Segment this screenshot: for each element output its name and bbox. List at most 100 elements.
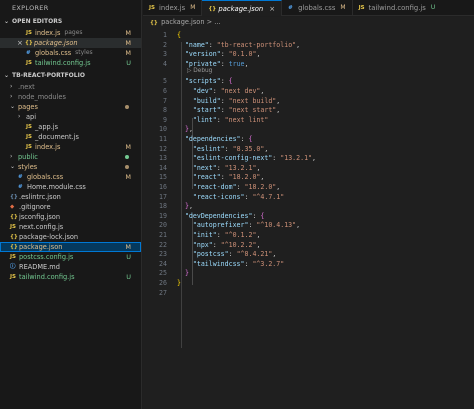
js-file-icon: JS xyxy=(26,134,33,140)
file-gitignore[interactable]: ◆ .gitignore xyxy=(0,202,141,212)
css-file-icon: # xyxy=(18,184,23,190)
folder-node-modules[interactable]: › node_modules xyxy=(0,92,141,102)
chevron-right-icon: › xyxy=(18,113,21,120)
json-file-icon: {} xyxy=(25,40,33,46)
js-file-icon: JS xyxy=(26,60,33,66)
untracked-badge: U xyxy=(430,4,436,11)
breadcrumb-file[interactable]: package.json xyxy=(161,18,204,26)
code-editor[interactable]: 1 {2 "name": "tb-react-portfolio", 3 "vers… xyxy=(143,28,474,409)
code-line: "init": "^0.1.2", xyxy=(192,231,261,239)
json-file-icon: {} xyxy=(10,234,18,240)
open-editor-globals-css[interactable]: # globals.css styles M xyxy=(0,48,141,58)
code-line: "autoprefixer": "^10.4.13", xyxy=(192,221,301,230)
tab-tailwind-config[interactable]: JS tailwind.config.js U xyxy=(353,0,442,16)
breadcrumb: {} package.json > ... xyxy=(143,17,474,28)
code-line: "react-dom": "18.2.0", xyxy=(192,183,281,191)
js-file-icon: JS xyxy=(26,30,33,36)
modified-badge: M xyxy=(125,49,131,57)
line-number: 5 xyxy=(163,77,167,86)
js-file-icon: JS xyxy=(10,224,17,230)
line-number: 15 xyxy=(159,173,167,182)
open-editor-index-js[interactable]: JS index.js pages M xyxy=(0,28,141,38)
line-number: 20 xyxy=(159,221,167,230)
code-line: "next": "13.2.1", xyxy=(192,163,261,172)
js-file-icon: JS xyxy=(358,5,365,11)
code-line: "build": "next build", xyxy=(192,96,281,105)
line-number: 16 xyxy=(159,183,167,191)
code-line: "postcss": "^8.4.21", xyxy=(192,250,277,259)
chevron-down-icon: ⌄ xyxy=(4,72,10,79)
line-number: 25 xyxy=(159,269,167,278)
code-line: "lint": "next lint" xyxy=(192,115,269,124)
file-readme[interactable]: ⓘ README.md xyxy=(0,262,141,272)
folder-pages[interactable]: ⌄ pages xyxy=(0,102,141,112)
json-file-icon: {} xyxy=(10,244,18,250)
folder-styles[interactable]: ⌄ styles xyxy=(0,162,141,172)
open-editors-label: OPEN EDITORS xyxy=(12,18,63,25)
open-editors-header[interactable]: ⌄ OPEN EDITORS xyxy=(0,16,141,28)
tab-package-json[interactable]: {} package.json × xyxy=(202,0,283,17)
tab-index-js[interactable]: JS index.js M xyxy=(143,0,203,16)
file-package-lock[interactable]: {} package-lock.json xyxy=(0,232,141,242)
file-postcss-config[interactable]: JS postcss.config.js U xyxy=(0,252,141,262)
line-number: 14 xyxy=(159,163,167,172)
file-app-js[interactable]: JS _app.js xyxy=(0,122,141,132)
line-number: 13 xyxy=(159,154,167,163)
chevron-down-icon: ⌄ xyxy=(10,163,16,170)
file-next-config[interactable]: JS next.config.js xyxy=(0,222,141,232)
line-number: 23 xyxy=(159,250,167,259)
untracked-dot xyxy=(125,155,129,159)
chevron-down-icon: ⌄ xyxy=(10,103,16,110)
line-number: 26 xyxy=(159,279,167,287)
close-icon[interactable]: × xyxy=(269,1,275,17)
line-number: 19 xyxy=(159,211,167,220)
line-number: 9 xyxy=(163,115,167,124)
code-line: }, xyxy=(184,125,193,134)
debug-codelens[interactable]: ▷ Debug xyxy=(187,68,212,74)
tab-globals-css[interactable]: # globals.css M xyxy=(282,0,353,16)
line-number: 12 xyxy=(159,144,167,153)
line-number: 21 xyxy=(159,231,167,239)
chevron-down-icon: ⌄ xyxy=(4,18,10,25)
modified-dot xyxy=(125,105,129,109)
code-line: "private": true, xyxy=(184,59,249,68)
line-number: 27 xyxy=(159,288,167,297)
css-file-icon: # xyxy=(288,5,293,11)
line-number: 8 xyxy=(163,106,167,115)
file-tailwind-config[interactable]: JS tailwind.config.js U xyxy=(0,272,141,282)
folder-public[interactable]: › public xyxy=(0,152,141,162)
file-globals-css[interactable]: # globals.css M xyxy=(0,172,141,182)
eslint-file-icon: {} xyxy=(10,194,18,200)
modified-badge: M xyxy=(125,29,131,37)
project-label: TB-REACT-PORTFOLIO xyxy=(12,72,85,79)
file-eslintrc[interactable]: {} .eslintrc.json xyxy=(0,192,141,202)
js-file-icon: JS xyxy=(10,254,17,260)
line-number: 6 xyxy=(163,87,167,95)
editor-tab-bar: JS index.js M {} package.json × # global… xyxy=(143,0,474,16)
modified-badge: M xyxy=(125,243,131,251)
project-header[interactable]: ⌄ TB-REACT-PORTFOLIO xyxy=(0,70,141,82)
folder-api[interactable]: › api xyxy=(0,112,141,122)
code-line: "dependencies": { xyxy=(184,135,253,143)
file-home-module-css[interactable]: # Home.module.css xyxy=(0,182,141,192)
close-icon[interactable]: × xyxy=(17,38,25,48)
js-file-icon: JS xyxy=(26,144,33,150)
line-number: 18 xyxy=(159,202,167,211)
open-editor-tailwind-config[interactable]: JS tailwind.config.js U xyxy=(0,58,141,68)
chevron-right-icon: › xyxy=(10,83,13,90)
modified-badge: M xyxy=(125,173,131,181)
file-jsconfig[interactable]: {} jsconfig.json xyxy=(0,212,141,222)
modified-badge: M xyxy=(125,39,131,47)
file-document-js[interactable]: JS _document.js xyxy=(0,132,141,142)
file-package-json[interactable]: {} package.json M xyxy=(0,242,141,252)
tab-label: globals.css xyxy=(298,4,336,12)
file-index-js[interactable]: JS index.js M xyxy=(0,142,141,152)
folder-next[interactable]: › .next xyxy=(0,82,141,92)
code-line: { xyxy=(177,31,181,39)
line-number: 11 xyxy=(159,135,167,143)
breadcrumb-rest[interactable]: > ... xyxy=(207,18,221,26)
code-line: "start": "next start", xyxy=(192,106,281,115)
js-file-icon: JS xyxy=(10,274,17,280)
code-line: "react": "18.2.0", xyxy=(192,173,265,182)
open-editor-package-json[interactable]: × {} package.json M xyxy=(0,38,141,48)
